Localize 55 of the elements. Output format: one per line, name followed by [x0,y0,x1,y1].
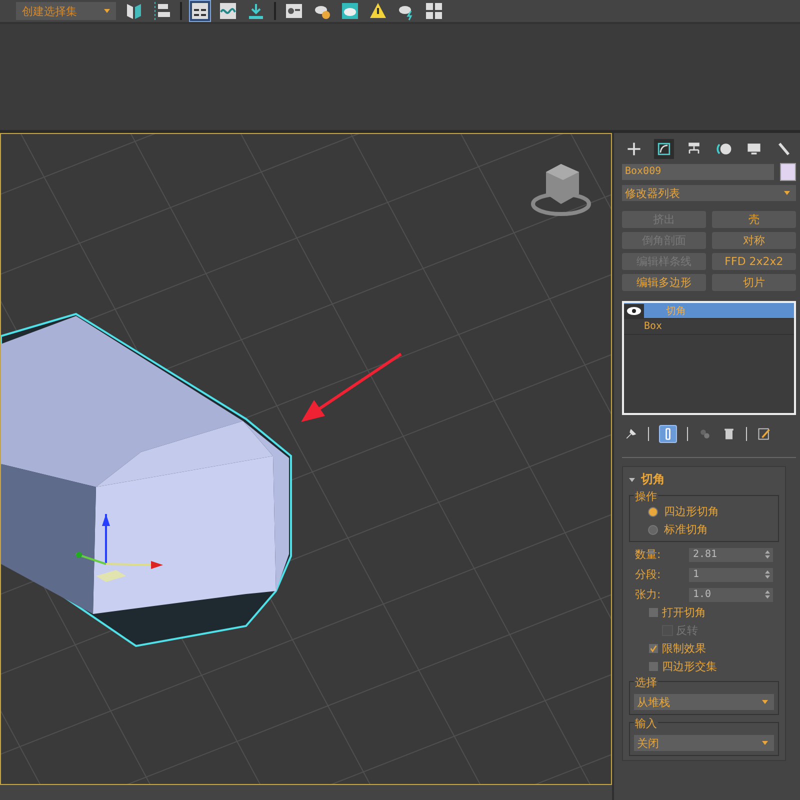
align-icon[interactable] [152,1,172,21]
checkbox[interactable] [649,662,658,671]
eye-icon[interactable] [624,304,644,318]
render-setup-icon[interactable] [284,1,304,21]
object-name-field[interactable]: Box009 [622,164,774,180]
checkbox-label: 限制效果 [662,641,706,656]
stack-item[interactable]: 切角 [624,303,794,319]
show-end-result-icon[interactable] [659,425,677,443]
transform-gizmo-icon [76,514,163,582]
modifier-button[interactable]: FFD 2x2x2 [712,253,796,270]
radio-label: 四边形切角 [664,504,719,519]
modifier-button[interactable]: 切片 [712,274,796,291]
grid-icon[interactable] [424,1,444,21]
curve-editor-icon[interactable] [218,1,238,21]
warning-icon[interactable] [368,1,388,21]
rollout-title[interactable]: 切角 [641,471,665,488]
radio-button[interactable] [648,524,658,534]
mirror-icon[interactable] [124,1,144,21]
expand-triangle-icon[interactable] [629,478,635,482]
annotation-arrow-icon [301,352,402,422]
field-label: 分段: [635,567,662,582]
checkbox[interactable] [649,644,658,653]
group-title: 操作 [634,489,658,504]
radio-button[interactable] [648,506,658,516]
trash-icon[interactable] [722,427,736,441]
view-cube-icon [531,164,591,216]
teapot-frame-icon[interactable] [340,1,360,21]
modifier-button[interactable]: 编辑多边形 [622,274,706,291]
stack-item[interactable]: Box [624,319,794,335]
field-label: 张力: [635,587,662,602]
modify-tab-icon[interactable] [654,139,674,159]
pin-icon[interactable] [624,427,638,441]
layer-manager-icon[interactable] [190,1,210,21]
field-label: 数量: [635,547,662,562]
stack-dropdown[interactable]: 从堆栈 [634,694,774,710]
object-color-swatch[interactable] [780,163,796,181]
radio-label: 标准切角 [664,522,708,537]
checkbox-label: 打开切角 [662,605,706,620]
spinner-field[interactable]: 1 [689,568,773,582]
modifier-button[interactable]: 壳 [712,211,796,228]
spinner-arrows-icon[interactable] [765,570,770,578]
input-dropdown[interactable]: 关闭 [634,735,774,751]
modifier-list-dropdown[interactable]: 修改器列表 [622,185,796,201]
checkbox-label: 四边形交集 [662,659,717,674]
group-title: 选择 [634,675,658,690]
spinner-arrows-icon[interactable] [765,550,770,558]
selection-set-dropdown[interactable]: 创建选择集 [16,2,116,20]
spinner-field[interactable]: 1.0 [689,588,773,602]
configure-icon[interactable] [757,427,771,441]
spinner-field[interactable]: 2.81 [689,548,773,562]
group-title: 输入 [634,716,658,731]
spinner-arrows-icon[interactable] [765,590,770,598]
checkbox[interactable] [649,608,658,617]
modifier-button[interactable]: 对称 [712,232,796,249]
download-arrow-icon[interactable] [246,1,266,21]
